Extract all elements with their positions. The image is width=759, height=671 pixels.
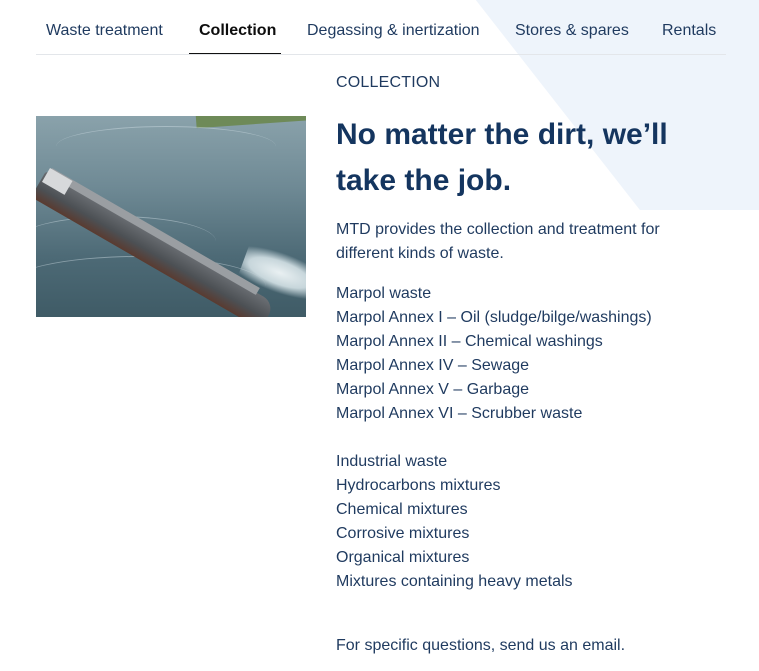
tab-waste-treatment[interactable]: Waste treatment [46,22,163,40]
list-item: Hydrocarbons mixtures [336,477,501,494]
list-item: Organical mixtures [336,549,470,566]
list-item: Marpol Annex I – Oil (sludge/bilge/washi… [336,309,652,326]
list-item: Marpol Annex VI – Scrubber waste [336,405,583,422]
list-item: Marpol Annex V – Garbage [336,381,530,398]
tanker-ship-photo [36,116,306,317]
list-item: Industrial waste [336,453,448,470]
section-eyebrow: COLLECTION [336,74,441,91]
list-item: Chemical mixtures [336,501,468,518]
list-item: Marpol Annex IV – Sewage [336,357,530,374]
marpol-waste-list: Marpol waste Marpol Annex I – Oil (sludg… [336,282,652,426]
shoreline [195,116,306,129]
tab-bar: Waste treatment Collection Degassing & i… [36,0,726,55]
tab-degassing-inertization[interactable]: Degassing & inertization [307,22,480,40]
page-title: No matter the dirt, we’ll take the job. [336,118,668,197]
industrial-waste-list: Industrial waste Hydrocarbons mixtures C… [336,450,573,594]
list-item: Marpol waste [336,285,432,302]
water-wave [56,126,276,167]
list-item: Marpol Annex II – Chemical washings [336,333,603,350]
tab-rentals[interactable]: Rentals [662,22,716,40]
email-cta-text[interactable]: For specific questions, send us an email… [336,634,625,658]
tab-stores-spares[interactable]: Stores & spares [515,22,629,40]
tab-collection[interactable]: Collection [199,22,276,40]
list-item: Mixtures containing heavy metals [336,573,573,590]
list-item: Corrosive mixtures [336,525,470,542]
intro-text: MTD provides the collection and treatmen… [336,221,660,262]
